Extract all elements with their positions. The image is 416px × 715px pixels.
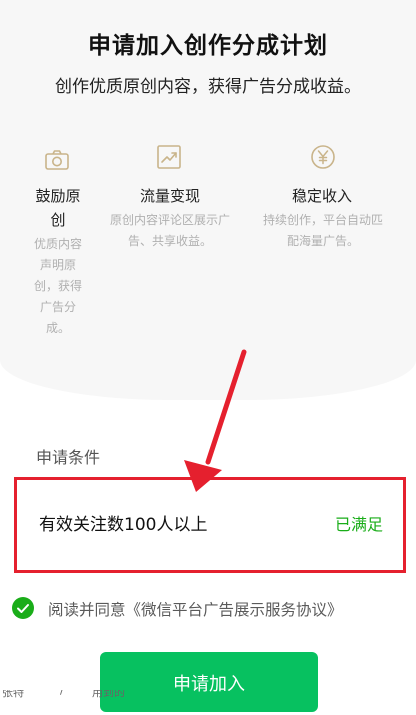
agreement-row[interactable]: 阅读并同意《微信平台广告展示服务协议》 (12, 596, 416, 622)
bottom-text-right: 用到的 (92, 690, 125, 699)
conditions-section-label: 申请条件 (36, 448, 101, 467)
checkbox-checked-icon[interactable] (12, 597, 34, 619)
feature-desc-stable-income: 持续创作，平台自动匹 配海量广告。 (262, 213, 383, 248)
bottom-text-left: 张特 (2, 690, 24, 699)
feature-title-encourage-original: 鼓励原 创 (35, 187, 81, 229)
feature-title-stable-income: 稳定收入 (291, 187, 352, 205)
agreement-text[interactable]: 阅读并同意《微信平台广告展示服务协议》 (48, 598, 343, 620)
page-title: 申请加入创作分成计划 (88, 33, 328, 59)
condition-text: 有效关注数100人以上 (39, 515, 208, 535)
bottom-cutoff-strip: 张特 / 用到的 (0, 690, 416, 700)
feature-desc-encourage-original: 优质内容 声明原 创，获得 广告分 成。 (33, 237, 82, 335)
trend-chart-icon (157, 145, 181, 169)
page-subtitle: 创作优质原创内容，获得广告分成收益。 (55, 77, 361, 97)
condition-item: 有效关注数100人以上 已满足 (14, 477, 406, 573)
camera-icon (45, 150, 69, 170)
bottom-text-mid: / (60, 690, 64, 697)
condition-status: 已满足 (334, 515, 383, 534)
yen-coin-icon (311, 145, 335, 169)
feature-title-traffic-monetization: 流量变现 (139, 187, 200, 205)
apply-button[interactable]: 申请加入 (100, 652, 318, 712)
feature-desc-traffic-monetization: 原创内容评论区展示广 告、共享收益。 (109, 213, 230, 248)
